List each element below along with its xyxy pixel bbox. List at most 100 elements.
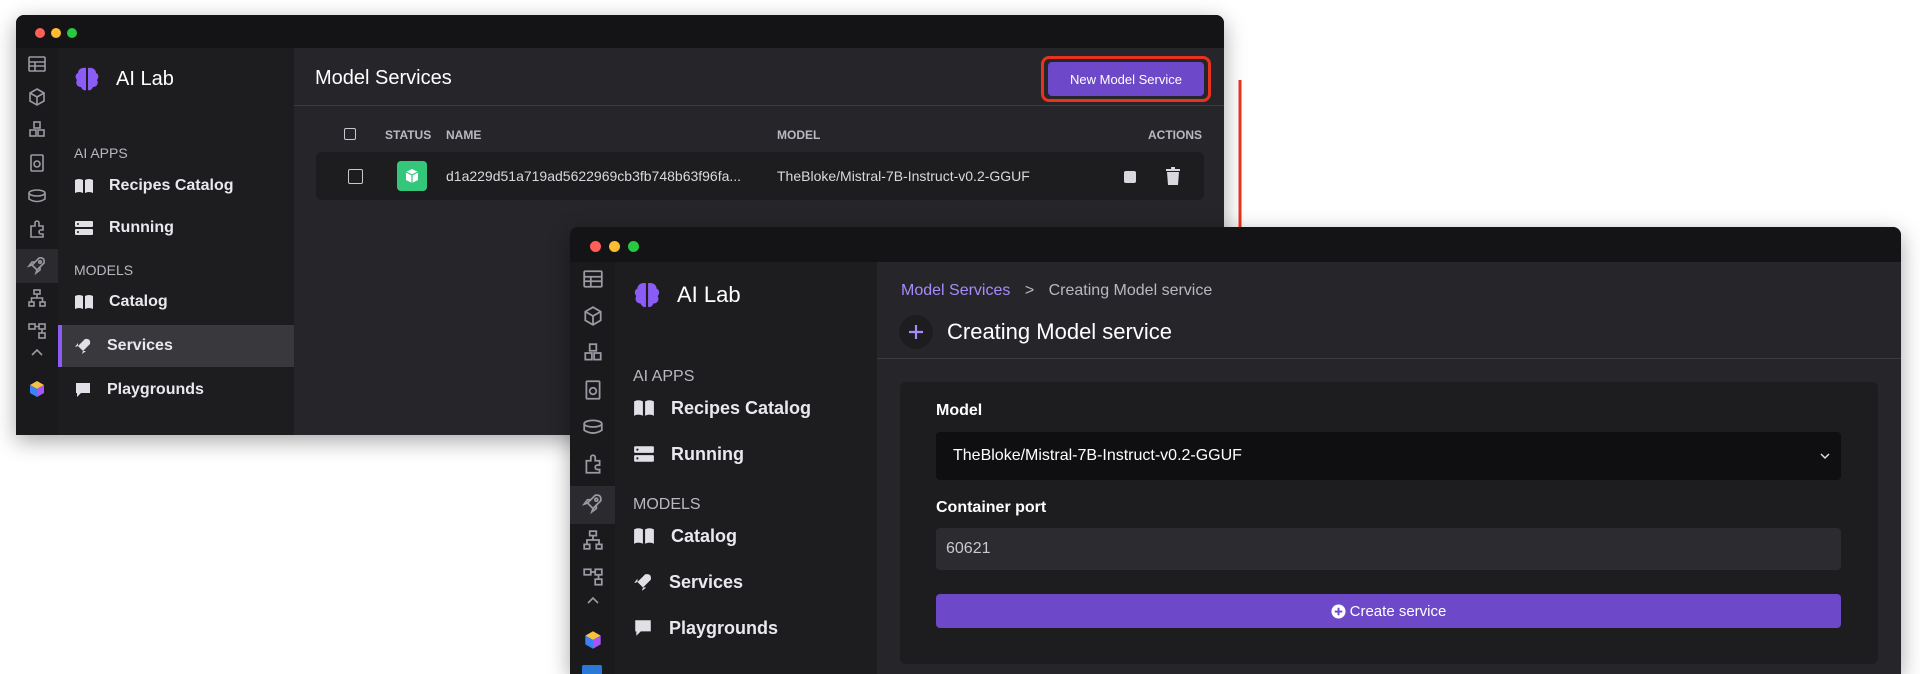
- sidebar-item-playgrounds[interactable]: Playgrounds: [615, 608, 877, 648]
- sidebar-item-services[interactable]: Services: [58, 325, 294, 367]
- sidebar-item-playgrounds[interactable]: Playgrounds: [58, 372, 294, 408]
- podman-logo-icon[interactable]: [582, 629, 604, 651]
- sidebar-item-recipes-catalog[interactable]: Recipes Catalog: [615, 388, 877, 428]
- sidebar-item-label: Recipes Catalog: [671, 397, 812, 418]
- ai-lab-nav: AI Lab AI APPS Recipes Catalog Running M…: [58, 48, 294, 435]
- sidebar-item-running[interactable]: Running: [58, 210, 294, 246]
- form-card: Model TheBloke/Mistral-7B-Instruct-v0.2-…: [900, 382, 1878, 664]
- active-indicator: [58, 325, 62, 367]
- ai-lab-nav: AI Lab AI APPS Recipes Catalog Running M…: [615, 262, 877, 674]
- activity-bar: [16, 48, 58, 435]
- sidebar-item-label: Services: [107, 337, 173, 354]
- chat-icon: [76, 383, 90, 397]
- dashboard-icon[interactable]: [27, 54, 47, 74]
- volumes-icon[interactable]: [27, 186, 47, 206]
- sidebar-item-label: Playgrounds: [107, 381, 204, 398]
- minimize-window-button[interactable]: [51, 28, 61, 38]
- plus-icon: [899, 315, 933, 349]
- extensions-icon[interactable]: [582, 453, 604, 475]
- sidebar-item-label: Running: [109, 219, 174, 236]
- extensions-icon[interactable]: [27, 219, 47, 239]
- pods-icon[interactable]: [582, 342, 604, 364]
- brand: AI Lab: [631, 279, 741, 311]
- sidebar-item-label: Recipes Catalog: [109, 177, 234, 194]
- dashboard-icon[interactable]: [582, 268, 604, 290]
- sidebar-item-catalog[interactable]: Catalog: [58, 284, 294, 320]
- brand-title: AI Lab: [677, 282, 741, 307]
- sidebar-item-services[interactable]: Services: [615, 562, 877, 602]
- server-icon: [75, 221, 93, 235]
- container-port-label: Container port: [936, 499, 1047, 516]
- column-name[interactable]: NAME: [446, 128, 481, 142]
- title-bar: [570, 227, 1901, 262]
- containers-icon[interactable]: [27, 87, 47, 107]
- rocket-icon[interactable]: [581, 492, 604, 514]
- chevron-down-icon: [1820, 453, 1830, 460]
- book-icon: [634, 528, 654, 544]
- table-row[interactable]: d1a229d51a719ad5622969cb3fb748b63f96fa..…: [316, 152, 1204, 200]
- breadcrumb-link[interactable]: Model Services: [901, 282, 1010, 299]
- sidebar-item-label: Catalog: [671, 525, 738, 546]
- book-icon: [634, 400, 654, 416]
- page-title: Creating Model service: [947, 319, 1172, 344]
- title-bar: [16, 15, 1224, 48]
- chevron-up-icon[interactable]: [586, 594, 600, 606]
- close-window-button[interactable]: [590, 241, 601, 252]
- column-status[interactable]: STATUS: [385, 128, 431, 142]
- stop-icon[interactable]: [1124, 171, 1136, 183]
- volumes-icon[interactable]: [582, 416, 604, 438]
- plus-circle-icon: [1331, 603, 1346, 619]
- rocket-icon: [634, 574, 651, 591]
- server-icon: [634, 446, 654, 462]
- network-icon[interactable]: [582, 529, 604, 551]
- brand: AI Lab: [72, 64, 174, 94]
- close-window-button[interactable]: [35, 28, 45, 38]
- book-icon: [75, 295, 93, 309]
- create-service-content: Model Services > Creating Model service …: [877, 262, 1901, 674]
- network-icon[interactable]: [27, 288, 47, 308]
- container-port-input[interactable]: 60621: [936, 528, 1841, 570]
- sidebar-item-recipes-catalog[interactable]: Recipes Catalog: [58, 168, 294, 204]
- page-header: Creating Model service: [899, 315, 1172, 349]
- header-divider: [877, 358, 1901, 359]
- select-all-checkbox[interactable]: [344, 128, 356, 140]
- new-model-service-button[interactable]: New Model Service: [1048, 62, 1204, 96]
- sidebar-item-running[interactable]: Running: [615, 434, 877, 474]
- section-ai-apps: AI APPS: [74, 145, 128, 161]
- chat-icon: [635, 620, 651, 636]
- create-service-window: AI Lab AI APPS Recipes Catalog Running M…: [570, 227, 1901, 674]
- section-ai-apps: AI APPS: [633, 368, 695, 385]
- minimize-window-button[interactable]: [609, 241, 620, 252]
- rocket-icon: [75, 338, 91, 354]
- images-icon[interactable]: [27, 153, 47, 173]
- sidebar-item-label: Services: [669, 571, 744, 592]
- row-checkbox[interactable]: [348, 169, 363, 184]
- column-model[interactable]: MODEL: [777, 128, 820, 142]
- breadcrumb-separator: >: [1024, 282, 1035, 299]
- breadcrumb-current: Creating Model service: [1048, 282, 1213, 299]
- kubernetes-icon[interactable]: [27, 321, 47, 341]
- maximize-window-button[interactable]: [67, 28, 77, 38]
- create-service-button[interactable]: Create service: [936, 594, 1841, 628]
- service-model: TheBloke/Mistral-7B-Instruct-v0.2-GGUF: [777, 168, 1030, 184]
- podman-logo-icon[interactable]: [27, 379, 47, 399]
- brand-title: AI Lab: [116, 67, 174, 90]
- pods-icon[interactable]: [27, 120, 47, 140]
- containers-icon[interactable]: [582, 305, 604, 327]
- model-select-value: TheBloke/Mistral-7B-Instruct-v0.2-GGUF: [953, 447, 1242, 464]
- sidebar-item-label: Catalog: [109, 293, 168, 310]
- trash-icon[interactable]: [1165, 167, 1181, 185]
- cube-icon: [405, 169, 419, 183]
- service-name[interactable]: d1a229d51a719ad5622969cb3fb748b63f96fa..…: [446, 168, 741, 184]
- rocket-icon[interactable]: [27, 255, 47, 275]
- chevron-up-icon[interactable]: [30, 346, 44, 358]
- kubernetes-icon[interactable]: [582, 566, 604, 588]
- activity-bar: [570, 262, 615, 674]
- container-port-value: 60621: [946, 540, 991, 557]
- brain-icon: [75, 67, 99, 91]
- model-select[interactable]: TheBloke/Mistral-7B-Instruct-v0.2-GGUF: [936, 432, 1841, 480]
- extension-icon-partial: [582, 665, 602, 674]
- maximize-window-button[interactable]: [628, 241, 639, 252]
- sidebar-item-catalog[interactable]: Catalog: [615, 516, 877, 556]
- images-icon[interactable]: [582, 379, 604, 401]
